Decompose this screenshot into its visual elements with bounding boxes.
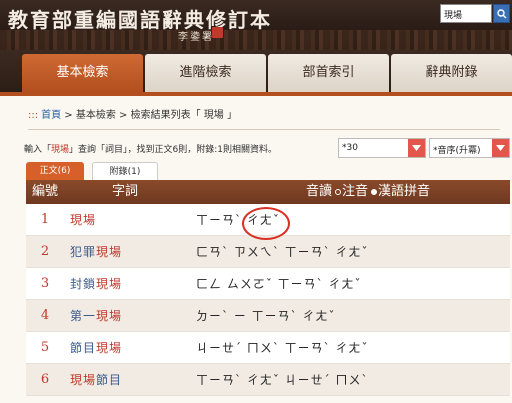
annotation-circle (242, 207, 290, 240)
chevron-down-icon[interactable] (492, 139, 509, 157)
summary-text: 」查詢「詞目」，找到正文6則，附錄:1則相關資料。 (69, 145, 278, 155)
row-word-link[interactable]: 現場 (70, 204, 96, 236)
pronunciation-toggle: 注音 漢語拼音 (332, 180, 430, 204)
row-number: 1 (40, 212, 50, 227)
chevron-down-icon[interactable] (408, 139, 425, 157)
row-word-link[interactable]: 封鎖現場 (70, 268, 122, 300)
breadcrumb-separator: > (61, 110, 76, 121)
radio-pinyin[interactable] (371, 188, 378, 195)
row-word-link[interactable]: 現場節目 (70, 364, 122, 396)
tab-appendix-entries[interactable]: 附錄(1) (92, 162, 158, 180)
row-zhuyin: ㄐㄧㄝˊ ㄇㄨˋ ㄒㄧㄢˋ ㄔㄤˇ (196, 341, 369, 355)
tab-basic-search[interactable]: 基本檢索 (22, 54, 143, 92)
breadcrumb-basic-search[interactable]: 基本檢索 (76, 110, 116, 121)
search-icon (497, 9, 507, 19)
table-row[interactable]: 2 犯罪現場 ㄈㄢˋ ㄗㄨㄟˋ ㄒㄧㄢˋ ㄔㄤˇ (26, 236, 510, 268)
radio-zhuyin[interactable] (335, 188, 341, 195)
row-number: 2 (40, 244, 50, 259)
bookshelf-decoration (0, 30, 512, 50)
tab-radical-index[interactable]: 部首索引 (268, 54, 389, 92)
site-header: 教育部重編國語辭典修訂本 李鍌署 現場 (0, 0, 512, 50)
row-zhuyin: ㄒㄧㄢˋ ㄔㄤˇ ㄐㄧㄝˊ ㄇㄨˋ (196, 373, 369, 387)
seal-stamp-icon (212, 27, 223, 38)
result-summary: 輸入「現場」查詢「詞目」，找到正文6則，附錄:1則相關資料。 (24, 142, 277, 155)
row-number: 3 (40, 276, 50, 291)
row-word-link[interactable]: 第一現場 (70, 300, 122, 332)
calligrapher-signature: 李鍌署 (178, 32, 214, 43)
summary-prefix: 輸入「 (24, 145, 52, 155)
table-row[interactable]: 5 節目現場 ㄐㄧㄝˊ ㄇㄨˋ ㄒㄧㄢˋ ㄔㄤˇ (26, 332, 510, 364)
row-word-link[interactable]: 節目現場 (70, 332, 122, 364)
main-content: ::: 首頁 > 基本檢索 > 檢索結果列表「 現場 」 輸入「現場」查詢「詞目」… (0, 96, 512, 403)
table-row[interactable]: 6 現場節目 ㄒㄧㄢˋ ㄔㄤˇ ㄐㄧㄝˊ ㄇㄨˋ (26, 364, 510, 396)
breadcrumb: ::: 首頁 > 基本檢索 > 檢索結果列表「 現場 」 (28, 106, 237, 121)
row-word-link[interactable]: 犯罪現場 (70, 236, 122, 268)
breadcrumb-separator: > (115, 110, 131, 121)
row-number: 5 (40, 340, 50, 355)
column-header-word: 字詞 (111, 184, 138, 199)
divider (28, 129, 500, 130)
table-header: 編號 字詞 音讀 注音 漢語拼音 (26, 180, 510, 204)
column-header-pronunciation: 音讀 (306, 184, 333, 199)
summary-keyword: 現場 (51, 145, 70, 155)
breadcrumb-marker: ::: (28, 110, 39, 121)
per-page-value: *30 (342, 143, 358, 153)
row-number: 6 (40, 372, 50, 387)
tab-appendix[interactable]: 辭典附錄 (391, 54, 512, 92)
row-zhuyin: ㄈㄥ ㄙㄨㄛˇ ㄒㄧㄢˋ ㄔㄤˇ (196, 277, 362, 291)
tab-advanced-search[interactable]: 進階檢索 (145, 54, 266, 92)
search-input[interactable]: 現場 (440, 4, 492, 23)
table-row[interactable]: 4 第一現場 ㄉㄧˋ ㄧ ㄒㄧㄢˋ ㄔㄤˇ (26, 300, 510, 332)
per-page-select[interactable]: *30 (338, 138, 426, 158)
row-zhuyin: ㄈㄢˋ ㄗㄨㄟˋ ㄒㄧㄢˋ ㄔㄤˇ (196, 245, 369, 259)
breadcrumb-home-link[interactable]: 首頁 (41, 110, 61, 121)
radio-pinyin-label: 漢語拼音 (378, 184, 431, 199)
radio-zhuyin-label: 注音 (342, 184, 369, 199)
table-row[interactable]: 3 封鎖現場 ㄈㄥ ㄙㄨㄛˇ ㄒㄧㄢˋ ㄔㄤˇ (26, 268, 510, 300)
main-nav: 基本檢索 進階檢索 部首索引 辭典附錄 (0, 50, 512, 92)
row-number: 4 (40, 308, 50, 323)
tab-main-entries[interactable]: 正文(6) (26, 162, 84, 180)
search-button[interactable] (493, 4, 510, 23)
row-zhuyin: ㄉㄧˋ ㄧ ㄒㄧㄢˋ ㄔㄤˇ (196, 309, 336, 323)
site-title[interactable]: 教育部重編國語辭典修訂本 (8, 4, 272, 33)
column-header-number: 編號 (31, 184, 58, 199)
sort-value: *音序(升冪) (433, 146, 481, 156)
breadcrumb-current: 檢索結果列表「 現場 」 (130, 110, 237, 121)
sort-select[interactable]: *音序(升冪) (429, 138, 510, 158)
